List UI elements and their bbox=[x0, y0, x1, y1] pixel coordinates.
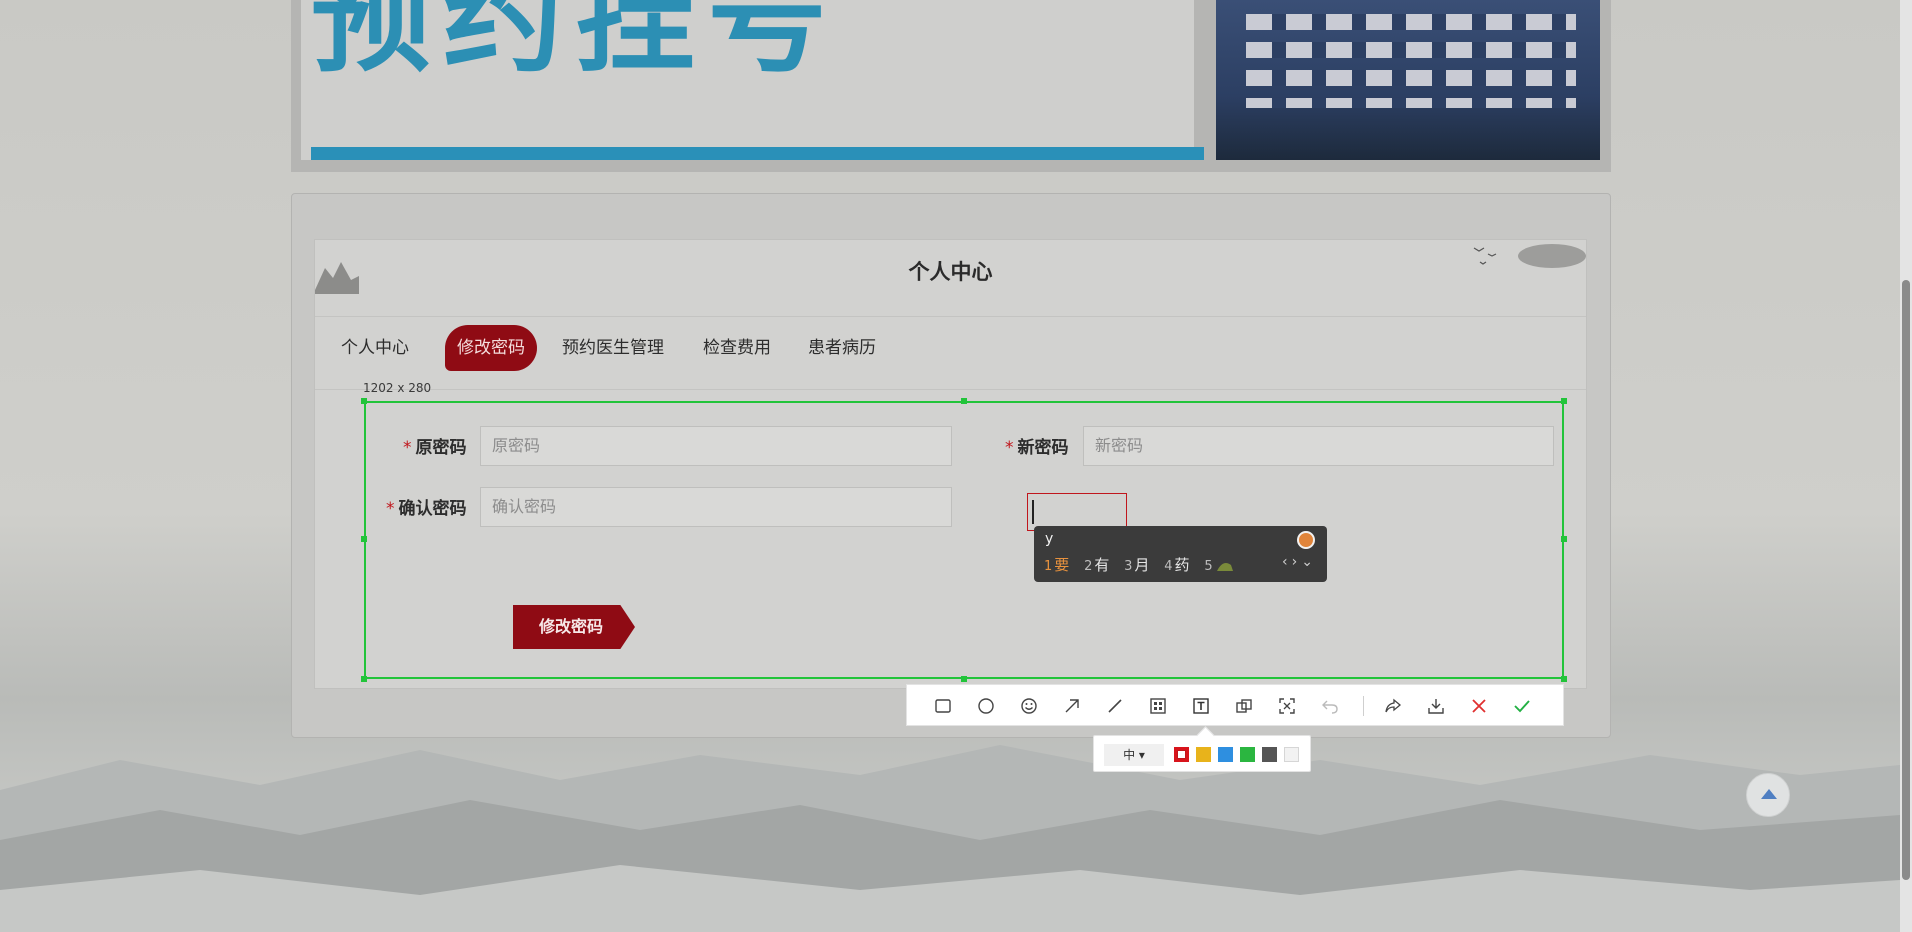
color-swatch-gray[interactable] bbox=[1262, 747, 1277, 762]
ime-logo-icon bbox=[1297, 531, 1315, 549]
ime-candidate[interactable]: 2有 bbox=[1084, 554, 1109, 575]
mosaic-icon[interactable] bbox=[1146, 694, 1170, 718]
tab-change-password[interactable]: 修改密码 bbox=[445, 325, 537, 371]
text-caret bbox=[1032, 500, 1034, 524]
ime-candidates: 1要 2有 3月 4药 5 bbox=[1044, 554, 1245, 575]
panel-header: 个人中心 bbox=[315, 240, 1586, 296]
old-password-label: * 原密码 bbox=[403, 438, 467, 458]
capture-size-label: 1202 x 280 bbox=[363, 381, 432, 395]
undo-icon[interactable] bbox=[1318, 694, 1342, 718]
arrow-icon[interactable] bbox=[1060, 694, 1084, 718]
color-swatch-yellow[interactable] bbox=[1196, 747, 1211, 762]
resize-handle-top-right[interactable] bbox=[1561, 398, 1567, 404]
font-size-select[interactable]: 中 ▾ bbox=[1104, 744, 1164, 766]
ime-candidate[interactable]: 4药 bbox=[1164, 554, 1189, 575]
screenshot-toolbar bbox=[906, 684, 1564, 726]
ink-cloud-decoration-icon bbox=[1473, 244, 1586, 268]
color-swatch-red[interactable] bbox=[1174, 747, 1189, 762]
ime-composition: y bbox=[1045, 531, 1054, 547]
download-icon[interactable] bbox=[1424, 694, 1448, 718]
ellipse-icon[interactable] bbox=[974, 694, 998, 718]
required-mark: * bbox=[403, 438, 412, 458]
page-title: 个人中心 bbox=[908, 260, 993, 284]
resize-handle-bottom-right[interactable] bbox=[1561, 676, 1567, 682]
required-mark: * bbox=[1005, 438, 1014, 458]
new-password-label: * 新密码 bbox=[1005, 438, 1069, 458]
new-password-input[interactable]: 新密码 bbox=[1083, 426, 1554, 466]
copy-icon[interactable] bbox=[1232, 694, 1256, 718]
confirm-password-input[interactable]: 确认密码 bbox=[480, 487, 952, 527]
scrollbar-thumb[interactable] bbox=[1902, 280, 1910, 880]
banner-underline bbox=[311, 147, 1204, 160]
tab-patient-records[interactable]: 患者病历 bbox=[796, 325, 888, 371]
color-swatch-white[interactable] bbox=[1284, 747, 1299, 762]
required-mark: * bbox=[386, 499, 395, 519]
page-scrollbar[interactable] bbox=[1900, 0, 1912, 932]
resize-handle-top[interactable] bbox=[961, 398, 967, 404]
banner: 预约挂号 bbox=[291, 0, 1611, 172]
tab-personal-center[interactable]: 个人中心 bbox=[329, 325, 421, 371]
change-password-button[interactable]: 修改密码 bbox=[513, 605, 635, 649]
hospital-building-image bbox=[1216, 0, 1600, 160]
ime-next-icon[interactable]: › bbox=[1292, 554, 1302, 570]
emoji-icon[interactable] bbox=[1017, 694, 1041, 718]
ime-candidate-emoji[interactable]: 5 bbox=[1204, 556, 1234, 574]
resize-handle-right[interactable] bbox=[1561, 536, 1567, 542]
ocr-icon[interactable] bbox=[1275, 694, 1299, 718]
ime-candidate[interactable]: 3月 bbox=[1124, 554, 1149, 575]
banner-title: 预约挂号 bbox=[311, 0, 839, 89]
tab-appointment-management[interactable]: 预约医生管理 bbox=[550, 325, 676, 371]
cancel-icon[interactable] bbox=[1467, 694, 1491, 718]
toolbar-divider bbox=[1363, 696, 1364, 716]
resize-handle-left[interactable] bbox=[361, 536, 367, 542]
share-icon[interactable] bbox=[1381, 694, 1405, 718]
resize-handle-top-left[interactable] bbox=[361, 398, 367, 404]
ime-page-nav[interactable]: ‹›⌄ bbox=[1282, 554, 1317, 570]
mountain-background bbox=[0, 745, 1900, 932]
back-to-top-button[interactable] bbox=[1746, 773, 1790, 817]
confirm-icon[interactable] bbox=[1510, 694, 1534, 718]
color-swatch-green[interactable] bbox=[1240, 747, 1255, 762]
emoji-candidate-icon bbox=[1216, 562, 1233, 571]
line-icon[interactable] bbox=[1103, 694, 1127, 718]
resize-handle-bottom-left[interactable] bbox=[361, 676, 367, 682]
ime-expand-icon[interactable]: ⌄ bbox=[1301, 554, 1317, 570]
ime-candidate[interactable]: 1要 bbox=[1044, 554, 1069, 575]
text-options-bar: 中 ▾ bbox=[1093, 735, 1311, 772]
ime-prev-icon[interactable]: ‹ bbox=[1282, 554, 1292, 570]
old-password-input[interactable]: 原密码 bbox=[480, 426, 952, 466]
tab-examination-fees[interactable]: 检查费用 bbox=[691, 325, 783, 371]
rectangle-icon[interactable] bbox=[931, 694, 955, 718]
resize-handle-bottom[interactable] bbox=[961, 676, 967, 682]
banner-title-area: 预约挂号 bbox=[301, 0, 1204, 160]
text-icon[interactable] bbox=[1189, 694, 1213, 718]
color-swatch-blue[interactable] bbox=[1218, 747, 1233, 762]
ime-candidate-popup: y 1要 2有 3月 4药 5 ‹›⌄ bbox=[1034, 526, 1327, 582]
confirm-password-label: * 确认密码 bbox=[386, 499, 467, 519]
tab-bar: 个人中心 修改密码 预约医生管理 检查费用 患者病历 bbox=[315, 316, 1586, 390]
